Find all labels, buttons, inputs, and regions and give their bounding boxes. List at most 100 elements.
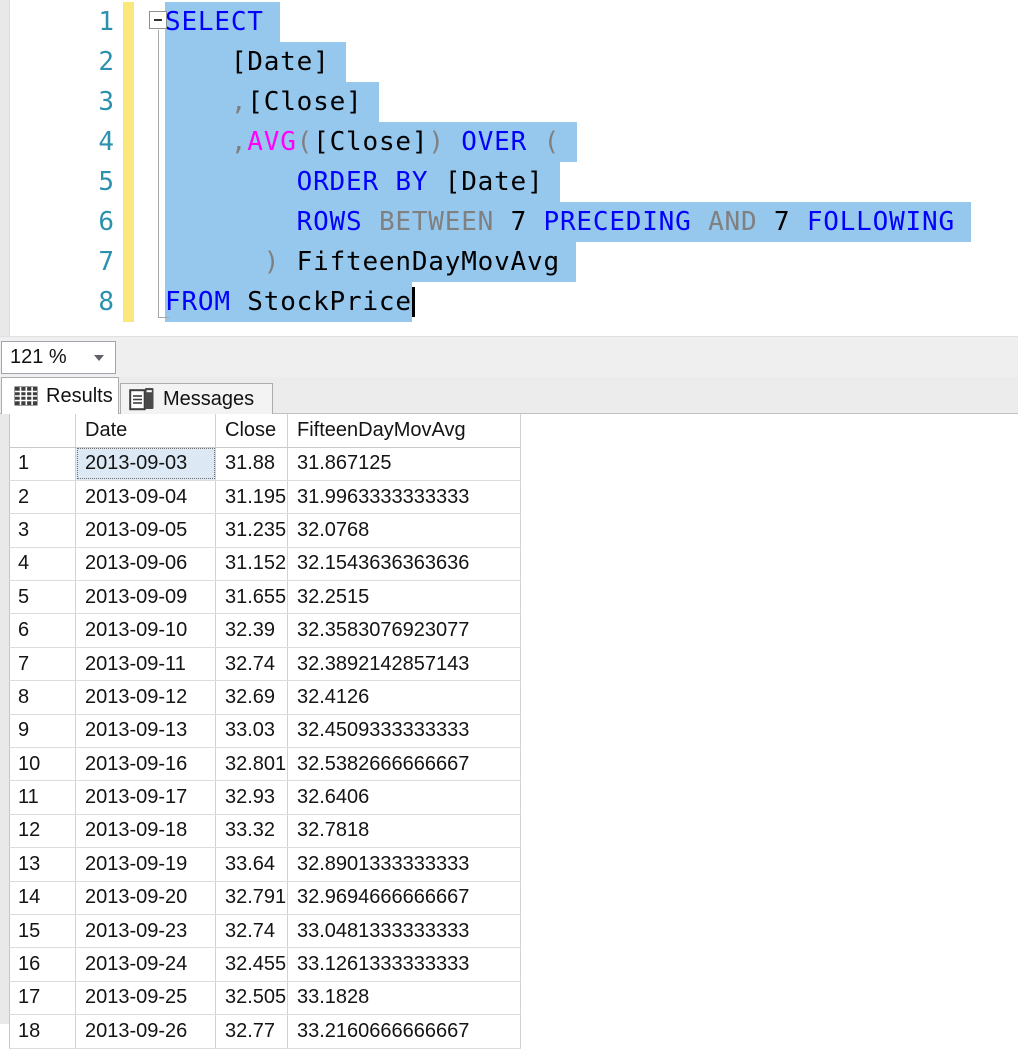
grid-cell[interactable]: 2013-09-25 <box>75 981 216 1016</box>
grid-cell[interactable]: 32.791 <box>215 881 288 915</box>
grid-cell[interactable]: 32.4126 <box>287 680 521 715</box>
results-grid[interactable]: Date Close FifteenDayMovAvg 1 2013-09-03 31.… <box>9 414 521 1049</box>
row-header[interactable]: 1 <box>9 447 76 481</box>
zoom-level-dropdown[interactable]: 121 % <box>1 341 116 374</box>
column-header[interactable]: Date <box>75 414 216 448</box>
code-line[interactable]: 7 ) FifteenDayMovAvg <box>0 242 1018 282</box>
row-header[interactable]: 18 <box>9 1014 76 1049</box>
code-line[interactable]: 3 ,[Close] <box>0 82 1018 122</box>
grid-cell[interactable]: 31.152 <box>215 547 288 582</box>
grid-cell[interactable]: 2013-09-24 <box>75 947 216 982</box>
row-header[interactable]: 12 <box>9 814 76 849</box>
grid-cell[interactable]: 32.2515 <box>287 580 521 615</box>
row-header[interactable]: 7 <box>9 647 76 682</box>
code-line[interactable]: 2 [Date] <box>0 42 1018 82</box>
code-text[interactable]: ,[Close] <box>165 82 379 122</box>
code-line[interactable]: 6 ROWS BETWEEN 7 PRECEDING AND 7 FOLLOWI… <box>0 202 1018 242</box>
grid-cell[interactable]: 2013-09-06 <box>75 547 216 582</box>
grid-cell[interactable]: 33.64 <box>215 847 288 882</box>
grid-cell[interactable]: 31.9963333333333 <box>287 480 521 515</box>
code-text[interactable]: ) FifteenDayMovAvg <box>165 242 577 282</box>
grid-cell[interactable]: 2013-09-19 <box>75 847 216 882</box>
grid-cell[interactable]: 2013-09-17 <box>75 780 216 815</box>
row-header[interactable]: 17 <box>9 981 76 1016</box>
line-number[interactable]: 2 <box>0 42 123 82</box>
grid-cell[interactable]: 32.69 <box>215 680 288 715</box>
code-text[interactable]: SELECT <box>165 2 281 42</box>
row-header[interactable]: 15 <box>9 914 76 949</box>
grid-cell[interactable]: 33.03 <box>215 714 288 749</box>
row-header[interactable]: 11 <box>9 780 76 815</box>
grid-cell[interactable]: 32.5382666666667 <box>287 747 521 782</box>
line-number[interactable]: 1 <box>0 2 123 42</box>
column-header[interactable]: Close <box>215 414 288 448</box>
grid-cell[interactable]: 2013-09-20 <box>75 881 216 915</box>
grid-cell[interactable]: 32.1543636363636 <box>287 547 521 582</box>
grid-cell[interactable]: 32.0768 <box>287 513 521 548</box>
code-line[interactable]: 8 FROM StockPrice <box>0 282 1018 322</box>
code-line[interactable]: 5 ORDER BY [Date] <box>0 162 1018 202</box>
grid-cell[interactable]: 2013-09-09 <box>75 580 216 615</box>
grid-cell[interactable]: 32.455 <box>215 947 288 982</box>
code-text[interactable]: ,AVG([Close]) OVER ( <box>165 122 577 162</box>
grid-cell[interactable]: 2013-09-11 <box>75 647 216 682</box>
row-header[interactable]: 5 <box>9 580 76 615</box>
row-header[interactable]: 9 <box>9 714 76 749</box>
code-lines[interactable]: 1 SELECT 2 [Date] 3 ,[Close] 4 ,AVG([Clos… <box>0 2 1018 322</box>
grid-cell[interactable]: 2013-09-16 <box>75 747 216 782</box>
column-header[interactable] <box>9 414 76 448</box>
grid-cell[interactable]: 32.801 <box>215 747 288 782</box>
line-number[interactable]: 3 <box>0 82 123 122</box>
grid-cell[interactable]: 32.74 <box>215 914 288 949</box>
tab-messages[interactable]: Messages <box>120 383 273 414</box>
row-header[interactable]: 4 <box>9 547 76 582</box>
grid-cell[interactable]: 32.505 <box>215 981 288 1016</box>
code-text[interactable]: ROWS BETWEEN 7 PRECEDING AND 7 FOLLOWING <box>165 202 972 242</box>
fold-collapse-button[interactable] <box>149 11 167 29</box>
code-text[interactable]: ORDER BY [Date] <box>165 162 560 202</box>
grid-cell[interactable]: 33.1261333333333 <box>287 947 521 982</box>
sql-editor[interactable]: 1 SELECT 2 [Date] 3 ,[Close] 4 ,AVG([Clos… <box>0 0 1018 336</box>
grid-cell[interactable]: 2013-09-18 <box>75 814 216 849</box>
grid-cell[interactable]: 32.74 <box>215 647 288 682</box>
grid-cell[interactable]: 2013-09-05 <box>75 513 216 548</box>
line-number[interactable]: 5 <box>0 162 123 202</box>
grid-cell[interactable]: 32.93 <box>215 780 288 815</box>
line-number[interactable]: 7 <box>0 242 123 282</box>
row-header[interactable]: 14 <box>9 881 76 915</box>
grid-cell[interactable]: 2013-09-23 <box>75 914 216 949</box>
grid-cell[interactable]: 31.867125 <box>287 447 521 481</box>
grid-cell[interactable]: 31.88 <box>215 447 288 481</box>
grid-cell[interactable]: 2013-09-13 <box>75 714 216 749</box>
grid-cell[interactable]: 32.8901333333333 <box>287 847 521 882</box>
grid-cell[interactable]: 32.6406 <box>287 780 521 815</box>
row-header[interactable]: 6 <box>9 613 76 648</box>
grid-cell[interactable]: 2013-09-03 <box>75 447 216 481</box>
line-number[interactable]: 8 <box>0 282 123 322</box>
grid-cell[interactable]: 31.195 <box>215 480 288 515</box>
code-text[interactable]: FROM StockPrice <box>165 282 415 322</box>
row-header[interactable]: 10 <box>9 747 76 782</box>
row-header[interactable]: 13 <box>9 847 76 882</box>
grid-cell[interactable]: 2013-09-12 <box>75 680 216 715</box>
grid-cell[interactable]: 2013-09-26 <box>75 1014 216 1049</box>
grid-cell[interactable]: 2013-09-10 <box>75 613 216 648</box>
grid-cell[interactable]: 33.32 <box>215 814 288 849</box>
grid-cell[interactable]: 33.1828 <box>287 981 521 1016</box>
row-header[interactable]: 8 <box>9 680 76 715</box>
grid-cell[interactable]: 2013-09-04 <box>75 480 216 515</box>
row-header[interactable]: 16 <box>9 947 76 982</box>
grid-cell[interactable]: 32.77 <box>215 1014 288 1049</box>
horizontal-scrollbar[interactable]: 121 % <box>0 336 1018 377</box>
row-header[interactable]: 3 <box>9 513 76 548</box>
grid-cell[interactable]: 32.3892142857143 <box>287 647 521 682</box>
line-number[interactable]: 4 <box>0 122 123 162</box>
grid-cell[interactable]: 33.2160666666667 <box>287 1014 521 1049</box>
grid-cell[interactable]: 31.655 <box>215 580 288 615</box>
grid-cell[interactable]: 32.39 <box>215 613 288 648</box>
code-line[interactable]: 4 ,AVG([Close]) OVER ( <box>0 122 1018 162</box>
grid-cell[interactable]: 32.9694666666667 <box>287 881 521 915</box>
code-text[interactable]: [Date] <box>165 42 347 82</box>
grid-cell[interactable]: 32.4509333333333 <box>287 714 521 749</box>
grid-cell[interactable]: 32.3583076923077 <box>287 613 521 648</box>
